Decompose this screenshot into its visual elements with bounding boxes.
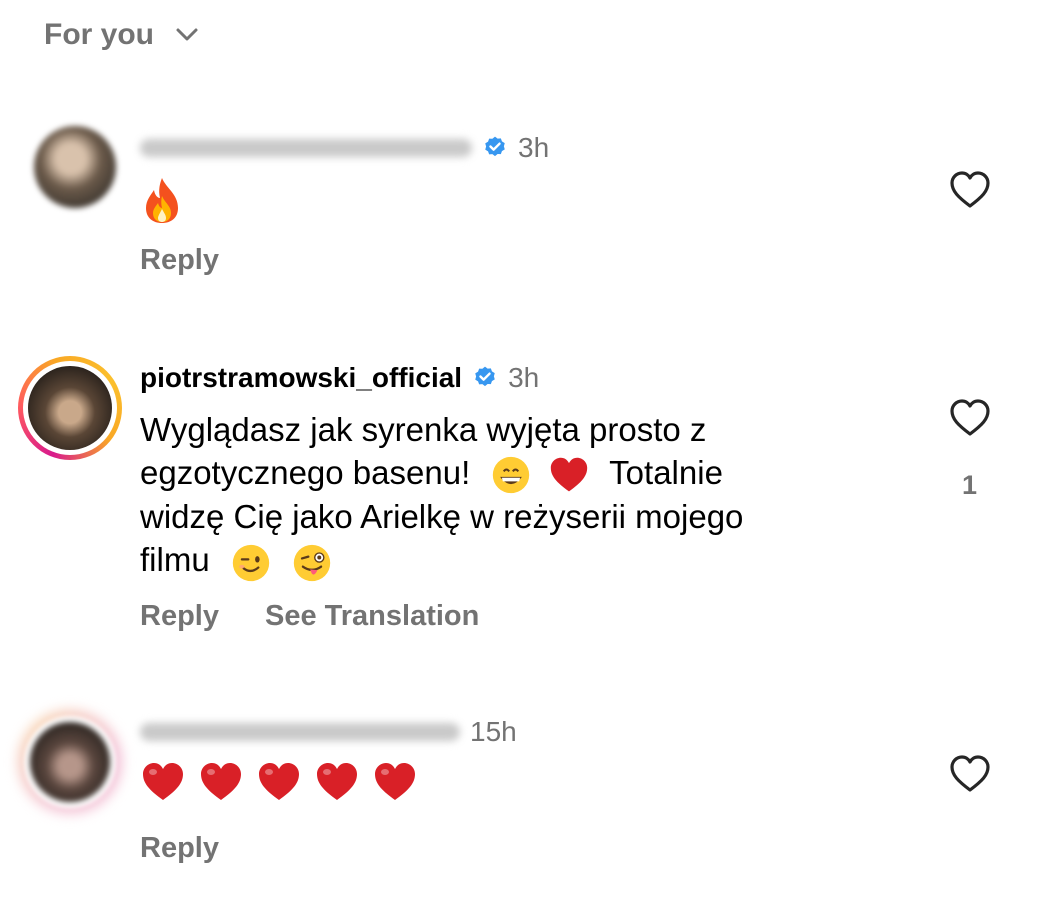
- comment-username[interactable]: piotrstramowski_official: [140, 362, 462, 394]
- comment-text: [140, 176, 184, 224]
- comment-meta: piotrstramowski_official 3h: [140, 362, 539, 394]
- red-heart-emoji-icon: [143, 763, 183, 800]
- comment-text-fragment: egzotycznego basenu!: [140, 454, 471, 491]
- comment-item: piotrstramowski_official 3h Wyglądasz ja…: [0, 352, 1044, 652]
- reply-button[interactable]: Reply: [140, 832, 219, 865]
- username-redacted[interactable]: [140, 139, 472, 157]
- comment-text-line: Wyglądasz jak syrenka wyjęta prosto z: [140, 411, 707, 448]
- comment-actions: Reply: [140, 244, 219, 277]
- fire-emoji-icon: [146, 178, 178, 223]
- feed-filter-dropdown[interactable]: For you: [44, 18, 200, 52]
- red-heart-emoji-icon: [317, 763, 357, 800]
- comment-item: 3h Reply: [0, 120, 1044, 290]
- comment-text: Wyglądasz jak syrenka wyjęta prosto z eg…: [140, 408, 920, 583]
- heart-outline-icon[interactable]: [948, 168, 992, 212]
- red-heart-emoji-icon: [201, 763, 241, 800]
- heart-outline-icon[interactable]: [948, 752, 992, 796]
- avatar[interactable]: [30, 722, 110, 802]
- verified-badge-icon: [485, 136, 505, 157]
- heart-outline-icon[interactable]: [948, 396, 992, 440]
- feed-filter-label: For you: [44, 18, 154, 51]
- reply-button[interactable]: Reply: [140, 600, 219, 633]
- comment-text-line: filmu: [140, 538, 920, 582]
- username-redacted[interactable]: [140, 723, 460, 741]
- comment-text-line: egzotycznego basenu! Totalnie: [140, 451, 920, 495]
- red-heart-emoji-icon: [259, 763, 299, 800]
- winking-emoji-icon: [232, 544, 270, 581]
- red-heart-emoji-icon: [550, 458, 587, 492]
- comment-text-line: widzę Cię jako Arielkę w reżyserii mojeg…: [140, 498, 744, 536]
- red-heart-emoji-icon: [375, 763, 415, 800]
- verified-badge-icon: [475, 366, 495, 387]
- avatar[interactable]: [34, 126, 116, 208]
- zany-tongue-emoji-icon: [293, 544, 331, 581]
- avatar[interactable]: [28, 366, 112, 450]
- comment-time: 15h: [470, 716, 517, 747]
- like-count: 1: [962, 470, 978, 500]
- comment-text: [140, 760, 418, 804]
- comment-meta: 3h: [140, 132, 549, 164]
- comment-actions: Reply See Translation: [140, 600, 479, 633]
- reply-button[interactable]: Reply: [140, 244, 219, 277]
- comment-actions: Reply: [140, 832, 219, 865]
- grinning-emoji-icon: [493, 457, 530, 494]
- see-translation-button[interactable]: See Translation: [265, 600, 479, 633]
- comment-time: 3h: [508, 362, 540, 393]
- comment-item: 15h Reply: [0, 708, 1044, 878]
- comment-meta: 15h: [140, 716, 517, 748]
- chevron-down-icon: [176, 28, 198, 41]
- comment-text-fragment: Totalnie: [609, 454, 723, 491]
- comment-time: 3h: [518, 132, 550, 163]
- comment-text-fragment: filmu: [140, 541, 210, 579]
